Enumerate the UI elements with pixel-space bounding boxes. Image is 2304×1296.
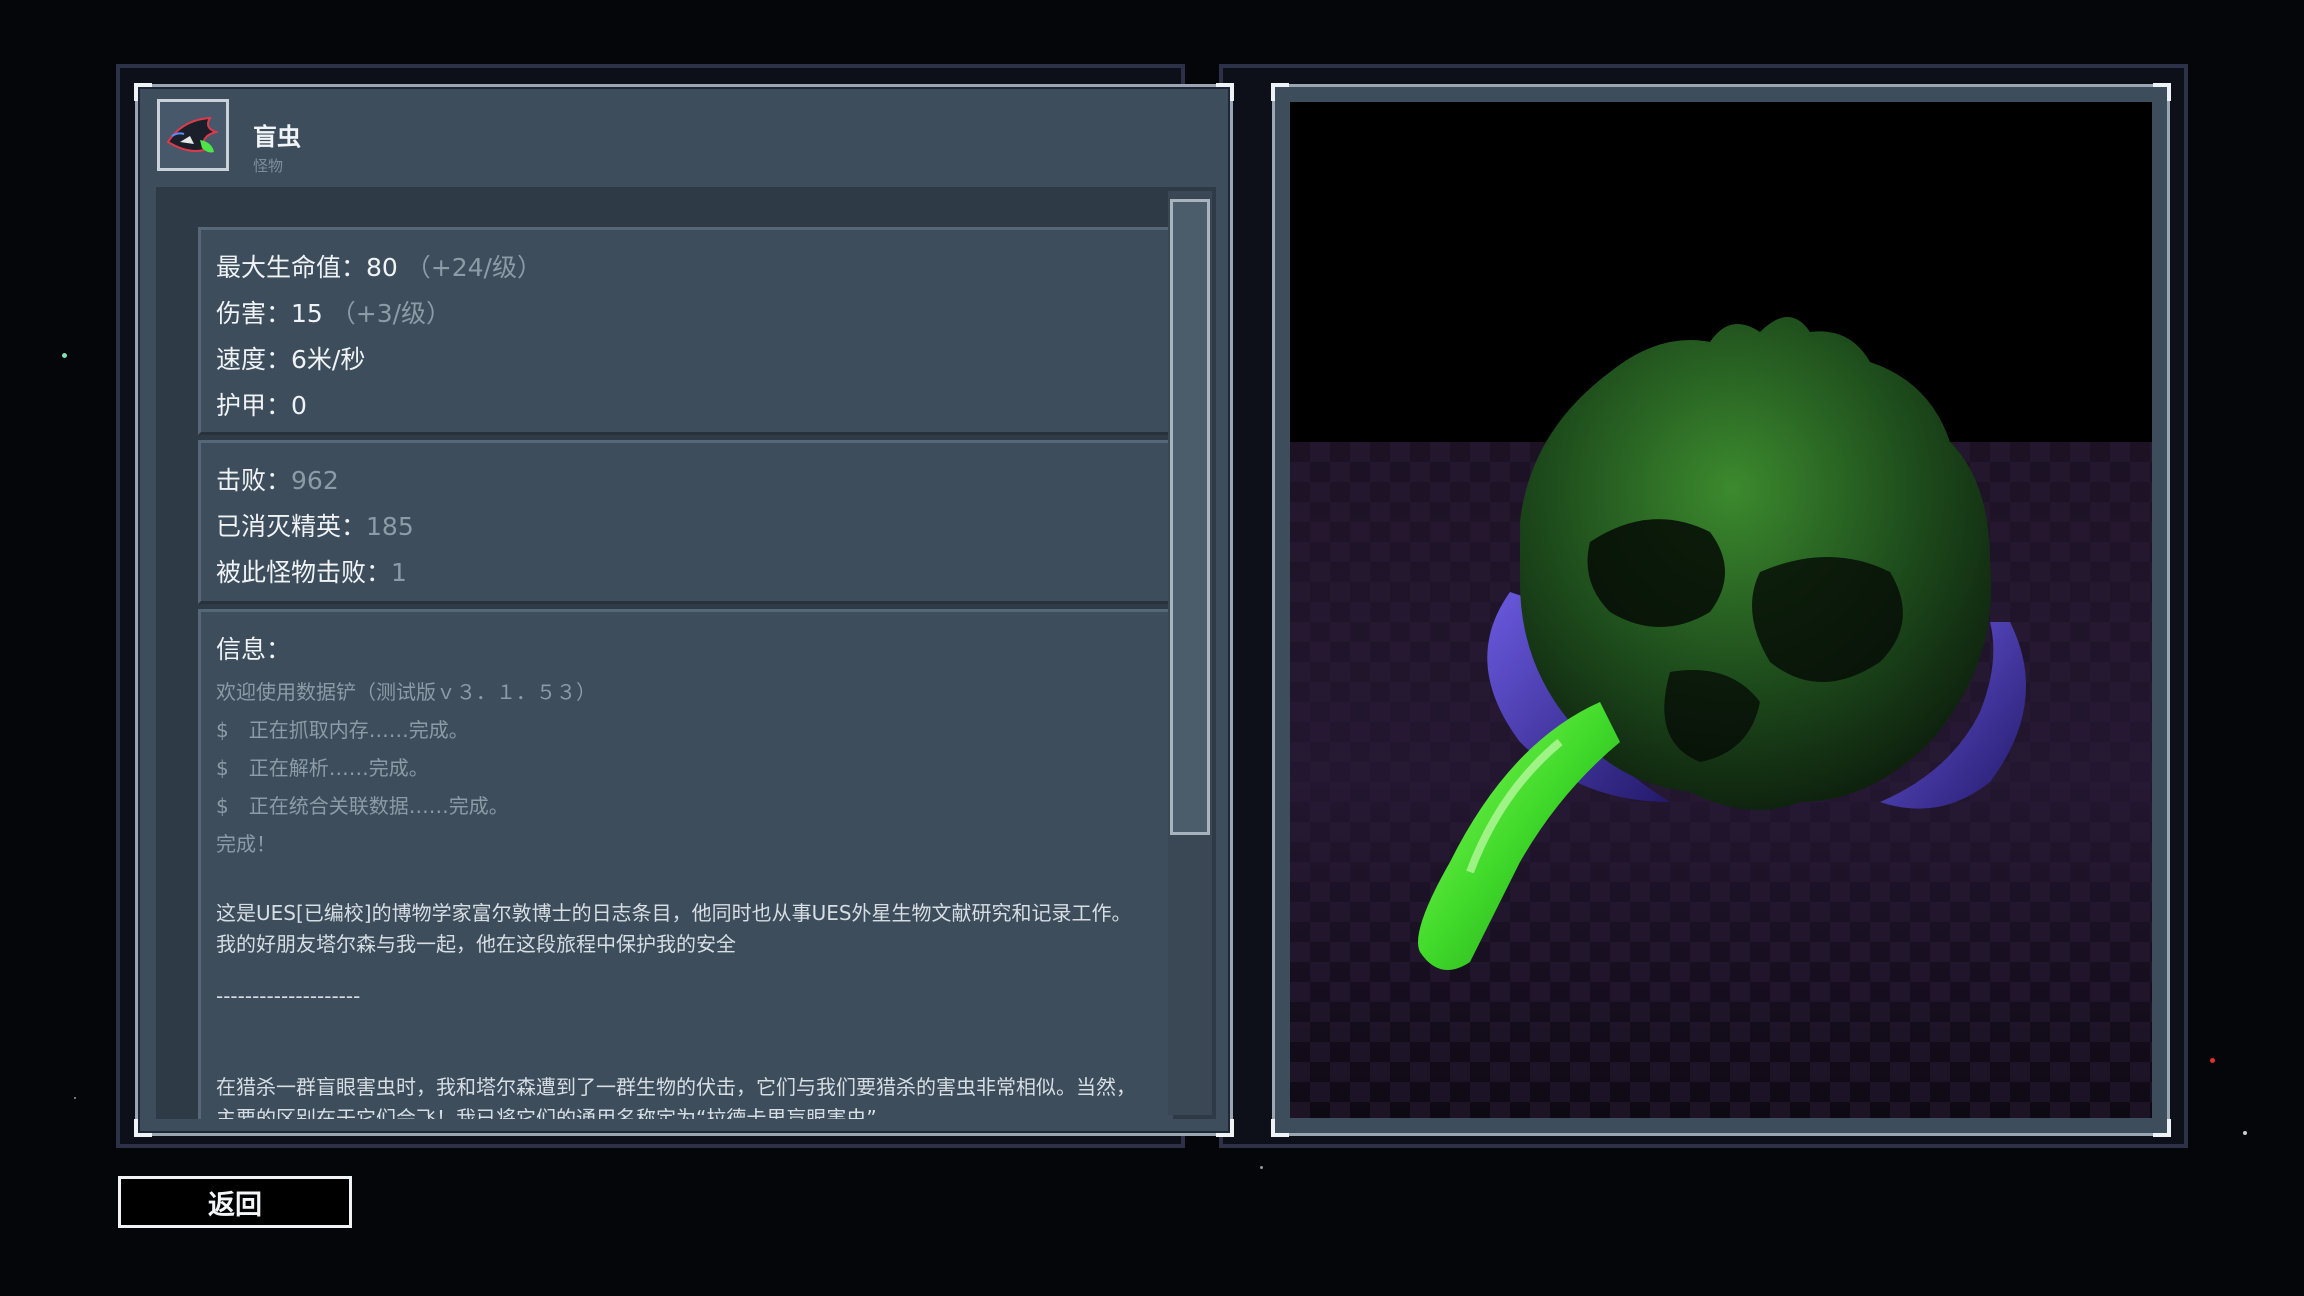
damage-scaling: （+3/级）: [330, 299, 452, 328]
damage-row: 伤害：15 （+3/级）: [216, 294, 451, 330]
monster-details-scroll-area[interactable]: 最大生命值：80 （+24/级） 伤害：15 （+3/级） 速度：6米/秒 护甲…: [156, 187, 1216, 1119]
kills-row: 击败：962: [216, 461, 339, 497]
speed-row: 速度：6米/秒: [216, 340, 365, 376]
star: [2243, 1131, 2247, 1135]
log-line: $ 正在解析……完成。: [216, 756, 429, 780]
elites-value: 185: [366, 512, 414, 541]
log-line: 完成！: [216, 832, 276, 856]
damage-value: 15: [291, 299, 323, 328]
deaths-label: 被此怪物击败：: [216, 558, 392, 587]
journal-paragraph: 在猎杀一群盲眼害虫时，我和塔尔森遭到了一群生物的伏击，它们与我们要猎杀的害虫非常…: [216, 1075, 1136, 1119]
star: [74, 1097, 76, 1099]
kills-value: 962: [291, 466, 339, 495]
corner-bracket: [2153, 83, 2171, 101]
scrollbar-thumb[interactable]: [1170, 199, 1210, 835]
armor-label: 护甲：: [216, 391, 292, 420]
max-hp-row: 最大生命值：80 （+24/级）: [216, 248, 542, 284]
elites-label: 已消灭精英：: [216, 512, 367, 541]
corner-bracket: [1216, 1119, 1234, 1137]
log-line: 欢迎使用数据铲（测试版ｖ３．１．５３）: [216, 680, 596, 704]
damage-label: 伤害：: [216, 299, 292, 328]
records-section: 击败：962 已消灭精英：185 被此怪物击败：1: [198, 440, 1173, 604]
monster-model-viewport[interactable]: [1290, 102, 2152, 1118]
max-hp-scaling: （+24/级）: [405, 253, 542, 282]
corner-bracket: [134, 83, 152, 101]
kills-label: 击败：: [216, 466, 292, 495]
log-line: $ 正在统合关联数据……完成。: [216, 794, 509, 818]
model-view-panel: [1271, 83, 2171, 1137]
deaths-value: 1: [391, 558, 407, 587]
corner-bracket: [1271, 83, 1289, 101]
star: [1260, 1166, 1263, 1169]
log-line: $ 正在抓取内存……完成。: [216, 718, 469, 742]
corner-bracket: [2153, 1119, 2171, 1137]
corner-bracket: [134, 1119, 152, 1137]
speed-value: 6米/秒: [291, 345, 366, 374]
stats-section: 最大生命值：80 （+24/级） 伤害：15 （+3/级） 速度：6米/秒 护甲…: [198, 227, 1173, 435]
monster-info-panel: 盲虫 怪物 最大生命值：80 （+24/级） 伤害：15 （+3/级） 速度：6…: [134, 83, 1234, 1137]
star: [2210, 1058, 2215, 1063]
star: [62, 353, 67, 358]
max-hp-label: 最大生命值：: [216, 253, 367, 282]
info-heading: 信息：: [216, 635, 292, 664]
info-section: 信息： 欢迎使用数据铲（测试版ｖ３．１．５３） $ 正在抓取内存……完成。 $ …: [198, 609, 1173, 1119]
divider-line: --------------------: [216, 984, 361, 1008]
back-button[interactable]: 返回: [118, 1176, 352, 1228]
elites-row: 已消灭精英：185: [216, 507, 414, 543]
corner-bracket: [1271, 1119, 1289, 1137]
monster-name: 盲虫: [253, 123, 301, 151]
armor-row: 护甲：0: [216, 386, 307, 422]
monster-category: 怪物: [253, 157, 284, 175]
max-hp-value: 80: [366, 253, 398, 282]
speed-label: 速度：: [216, 345, 292, 374]
journal-paragraph: 这是UES[已编校]的博物学家富尔敦博士的日志条目，他同时也从事UES外星生物文…: [216, 901, 1132, 956]
deaths-row: 被此怪物击败：1: [216, 553, 407, 589]
blind-worm-icon: [157, 99, 229, 171]
armor-value: 0: [291, 391, 307, 420]
monster-header: 盲虫 怪物: [155, 97, 1220, 175]
